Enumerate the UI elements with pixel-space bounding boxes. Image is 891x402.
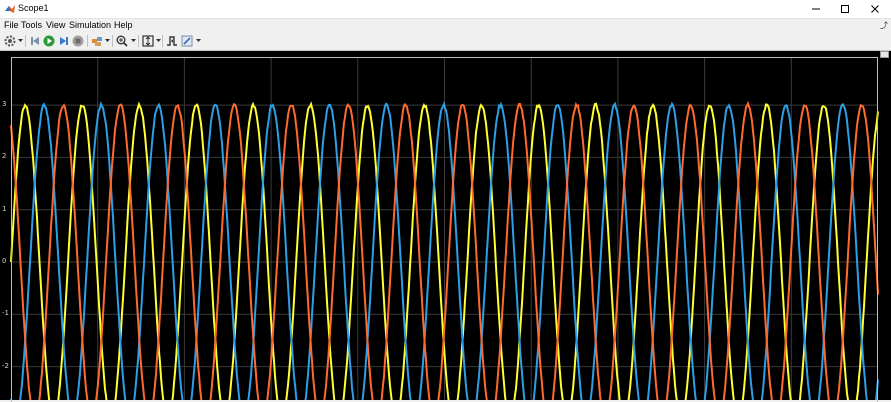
- toolbar-separator: [25, 35, 26, 47]
- close-button[interactable]: [860, 0, 890, 18]
- step-back-icon[interactable]: [28, 34, 42, 48]
- toolbar: [0, 32, 891, 51]
- window-title: Scope1: [18, 3, 49, 13]
- run-icon[interactable]: [42, 34, 56, 48]
- toolbar-separator: [138, 35, 139, 47]
- y-tick-label: 3: [2, 100, 7, 109]
- matlab-icon: [5, 5, 15, 13]
- chevron-down-icon[interactable]: [156, 38, 161, 43]
- toolbar-separator: [87, 35, 88, 47]
- axes-frame: [11, 57, 878, 402]
- toolbar-separator: [112, 35, 113, 47]
- y-tick-label: -2: [2, 361, 9, 370]
- toolstrip-collapse-icon[interactable]: ⤴: [880, 20, 888, 31]
- minimize-icon: [812, 8, 820, 10]
- maximize-button[interactable]: [830, 0, 860, 18]
- y-tick-label: 0: [2, 257, 7, 265]
- scope-display: 3 2 1 0 -1 -2: [0, 51, 891, 402]
- highlight-icon[interactable]: [90, 34, 104, 48]
- chevron-down-icon[interactable]: [196, 38, 201, 43]
- y-tick-label: -1: [2, 309, 9, 318]
- menu-file[interactable]: File: [4, 20, 19, 30]
- maximize-icon: [841, 5, 849, 13]
- toolbar-separator: [162, 35, 163, 47]
- step-forward-icon[interactable]: [57, 34, 71, 48]
- chevron-down-icon[interactable]: [18, 38, 23, 43]
- edit-style-icon[interactable]: [180, 34, 194, 48]
- settings-icon[interactable]: [3, 34, 17, 48]
- y-tick-label: 2: [2, 152, 7, 161]
- menu-view[interactable]: View: [46, 20, 65, 30]
- close-icon: [871, 5, 879, 13]
- zoom-icon[interactable]: [115, 34, 129, 48]
- chevron-down-icon[interactable]: [105, 38, 110, 43]
- menu-tools[interactable]: Tools: [21, 20, 42, 30]
- chevron-down-icon[interactable]: [131, 38, 136, 43]
- fit-axes-icon[interactable]: [141, 34, 155, 48]
- stop-icon[interactable]: [71, 34, 85, 48]
- undock-icon[interactable]: [880, 51, 889, 58]
- menu-simulation[interactable]: Simulation: [69, 20, 111, 30]
- minimize-button[interactable]: [801, 0, 831, 18]
- triggers-icon[interactable]: [165, 34, 179, 48]
- title-bar: Scope1: [0, 0, 891, 19]
- y-tick-label: 1: [2, 204, 7, 213]
- menu-help[interactable]: Help: [114, 20, 133, 30]
- menu-bar: File Tools View Simulation Help ⤴: [0, 19, 891, 32]
